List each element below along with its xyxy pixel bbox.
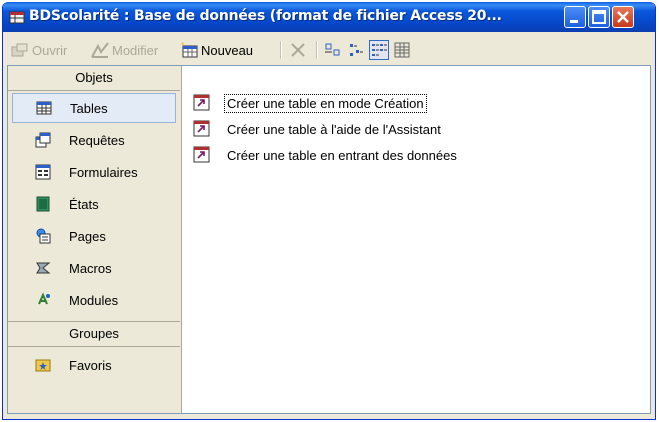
- list-item[interactable]: Créer une table à l'aide de l'Assistant: [193, 118, 443, 140]
- toolbar-separator: [280, 41, 282, 59]
- sidebar-item-label: Formulaires: [69, 164, 138, 180]
- groups-header[interactable]: Groupes: [8, 321, 180, 347]
- details-view-button[interactable]: [392, 40, 412, 60]
- list-item-label: Créer une table en entrant des données: [227, 147, 457, 163]
- close-button[interactable]: [612, 6, 634, 28]
- minimize-button[interactable]: [564, 6, 586, 28]
- report-icon: [36, 196, 50, 212]
- modify-button[interactable]: Modifier: [91, 40, 158, 60]
- details-view-icon: [394, 42, 410, 58]
- sidebar-item-label: Macros: [69, 260, 112, 276]
- design-icon: [91, 42, 109, 58]
- large-icons-view-icon: [325, 43, 340, 56]
- list-item[interactable]: Créer une table en mode Création: [193, 92, 427, 114]
- sidebar-item-queries[interactable]: Requêtes: [12, 125, 176, 155]
- shortcut-icon: [193, 120, 210, 137]
- sidebar-item-reports[interactable]: États: [12, 189, 176, 219]
- macro-icon: [36, 262, 51, 274]
- database-window: BDScolarité : Base de données (format de…: [2, 2, 656, 420]
- open-button[interactable]: Ouvrir: [11, 40, 67, 60]
- shortcut-icon: [193, 94, 210, 111]
- objects-bar: Objets Tables Requêtes Formulaires États…: [8, 66, 182, 413]
- toolbar: Ouvrir Modifier Nouveau: [3, 32, 655, 66]
- title-bar[interactable]: BDScolarité : Base de données (format de…: [3, 2, 655, 32]
- sidebar-item-label: Pages: [69, 228, 106, 244]
- minimize-icon: [570, 20, 578, 23]
- delete-button[interactable]: [289, 40, 307, 60]
- objects-header[interactable]: Objets: [8, 66, 180, 91]
- list-item[interactable]: Créer une table en entrant des données: [193, 144, 459, 166]
- sidebar-item-label: Modules: [69, 292, 119, 308]
- module-icon: [38, 292, 50, 305]
- sidebar-item-favorites[interactable]: Favoris: [12, 350, 176, 380]
- close-icon: [617, 11, 629, 23]
- large-icons-view-button[interactable]: [323, 40, 343, 60]
- database-app-icon: [9, 11, 25, 24]
- sidebar-item-pages[interactable]: Pages: [12, 221, 176, 251]
- sidebar-item-label: Favoris: [69, 357, 112, 373]
- database-content: Objets Tables Requêtes Formulaires États…: [7, 65, 651, 414]
- new-button[interactable]: Nouveau: [180, 40, 253, 60]
- small-icons-view-button[interactable]: [346, 40, 366, 60]
- form-icon: [35, 164, 51, 180]
- favorites-folder-icon: [35, 359, 51, 372]
- sidebar-item-tables[interactable]: Tables: [12, 93, 176, 123]
- maximize-button[interactable]: [588, 6, 610, 28]
- modify-label: Modifier: [112, 42, 159, 58]
- query-icon: [35, 132, 51, 148]
- table-icon: [36, 101, 52, 115]
- open-icon: [11, 43, 28, 57]
- maximize-icon: [592, 10, 606, 24]
- object-list: Créer une table en mode Création Créer u…: [183, 66, 649, 413]
- shortcut-icon: [193, 146, 210, 163]
- open-label: Ouvrir: [32, 42, 68, 58]
- window-title: BDScolarité : Base de données (format de…: [29, 8, 502, 24]
- list-item-label: Créer une table en mode Création: [224, 93, 427, 113]
- page-icon: [36, 228, 51, 244]
- toolbar-separator: [316, 41, 318, 59]
- sidebar-item-modules[interactable]: Modules: [12, 285, 176, 315]
- new-label: Nouveau: [201, 42, 254, 58]
- delete-icon: [291, 43, 305, 57]
- list-item-label: Créer une table à l'aide de l'Assistant: [227, 121, 441, 137]
- sidebar-item-macros[interactable]: Macros: [12, 253, 176, 283]
- list-view-icon: [372, 44, 387, 56]
- small-icons-view-icon: [350, 44, 363, 56]
- sidebar-item-forms[interactable]: Formulaires: [12, 157, 176, 187]
- sidebar-item-label: États: [69, 196, 99, 212]
- new-table-icon: [181, 42, 198, 58]
- sidebar-item-label: Tables: [70, 100, 108, 116]
- list-view-button[interactable]: [369, 40, 389, 60]
- sidebar-item-label: Requêtes: [69, 132, 125, 148]
